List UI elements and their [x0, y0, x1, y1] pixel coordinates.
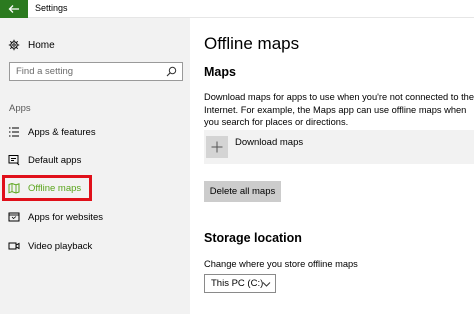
search-input[interactable]: Find a setting: [9, 62, 183, 81]
sidebar-item-default-apps[interactable]: Default apps: [8, 153, 81, 167]
download-maps-label: Download maps: [235, 137, 304, 148]
storage-selected-value: This PC (C:): [211, 278, 264, 289]
sidebar-item-label: Default apps: [28, 154, 82, 166]
section-label: Apps: [9, 103, 31, 114]
plus-icon: [206, 136, 228, 158]
sidebar-item-label: Video playback: [28, 240, 93, 252]
sidebar-home[interactable]: Home: [8, 38, 55, 52]
storage-location-select[interactable]: This PC (C:): [204, 274, 276, 293]
sidebar-item-label: Apps & features: [28, 126, 96, 138]
web-apps-icon: [8, 211, 20, 223]
title-bar: Settings: [0, 0, 474, 18]
main-panel: Offline maps Maps Download maps for apps…: [190, 18, 474, 314]
sidebar-item-video-playback[interactable]: Video playback: [8, 239, 92, 253]
default-apps-icon: [8, 154, 20, 166]
search-placeholder: Find a setting: [16, 66, 74, 77]
sidebar: Home Find a setting Apps Apps & features…: [0, 18, 190, 314]
gear-icon: [8, 39, 20, 51]
back-button[interactable]: [0, 0, 28, 18]
chevron-down-icon: [262, 282, 271, 287]
search-icon: [166, 66, 177, 77]
list-icon: [8, 126, 20, 138]
sidebar-home-label: Home: [28, 39, 55, 51]
delete-all-maps-button[interactable]: Delete all maps: [204, 181, 281, 202]
maps-description: Download maps for apps to use when you'r…: [204, 92, 474, 128]
sidebar-item-apps-features[interactable]: Apps & features: [8, 125, 96, 139]
back-arrow-icon: [8, 5, 19, 13]
storage-heading: Storage location: [204, 231, 302, 245]
sidebar-item-apps-for-websites[interactable]: Apps for websites: [8, 210, 103, 224]
maps-heading: Maps: [204, 65, 236, 79]
selection-highlight: [2, 175, 92, 201]
page-title: Offline maps: [204, 34, 300, 53]
download-maps-button[interactable]: Download maps: [204, 130, 474, 164]
video-icon: [8, 240, 20, 252]
window-title: Settings: [35, 3, 68, 13]
sidebar-item-label: Apps for websites: [28, 211, 103, 223]
storage-description: Change where you store offline maps: [204, 259, 358, 269]
